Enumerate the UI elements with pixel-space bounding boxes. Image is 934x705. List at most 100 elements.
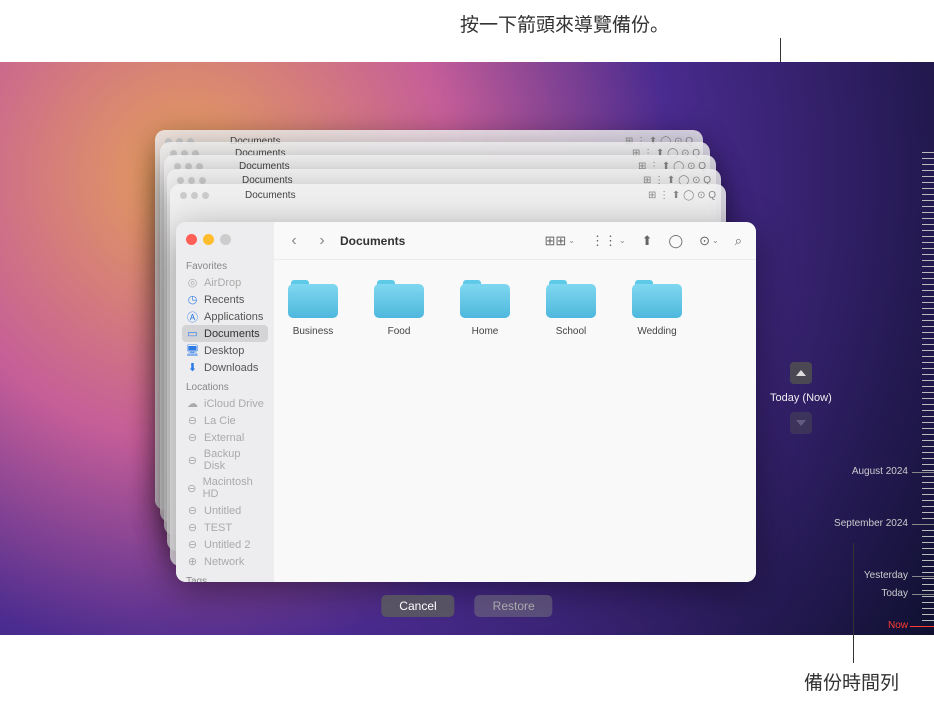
folder-school[interactable]: School — [542, 280, 600, 337]
sidebar-item-label: External — [204, 432, 244, 444]
disk-icon: ⊖ — [186, 504, 199, 517]
globe-icon: ⊕ — [186, 555, 199, 568]
folder-label: Business — [293, 326, 334, 337]
current-backup-label: Today (Now) — [770, 392, 832, 404]
timeline-tick[interactable] — [912, 576, 934, 577]
sidebar-item-label: iCloud Drive — [204, 398, 264, 410]
chevron-down-icon — [796, 420, 806, 426]
disk-icon: ⊖ — [186, 454, 199, 467]
cloud-icon: ☁ — [186, 397, 199, 410]
doc-icon: ▭ — [186, 327, 199, 340]
sidebar-item-network[interactable]: ⊕ Network — [182, 553, 268, 570]
timeline-label: September 2024 — [834, 518, 908, 529]
sidebar-item-label: Network — [204, 556, 244, 568]
disk-icon: ⊖ — [186, 431, 199, 444]
disk-icon: ⊖ — [186, 414, 199, 427]
folder-wedding[interactable]: Wedding — [628, 280, 686, 337]
sidebar-item-label: Downloads — [204, 362, 258, 374]
timeline-tick[interactable] — [912, 594, 934, 595]
action-button[interactable]: ⊙⌄ — [695, 231, 723, 251]
timeline-label: Yesterday — [864, 570, 908, 581]
timeline-tick[interactable] — [910, 626, 934, 627]
sidebar-item-backup-disk[interactable]: ⊖ Backup Disk — [182, 446, 268, 474]
sidebar-section-tags: Tags — [186, 576, 264, 582]
sidebar-item-label: Desktop — [204, 345, 244, 357]
minimize-icon[interactable] — [203, 234, 214, 245]
sidebar-item-label: Macintosh HD — [203, 476, 264, 500]
sidebar-item-label: Untitled — [204, 505, 241, 517]
timeline-label: Today — [881, 588, 908, 599]
airdrop-icon: ◎ — [186, 276, 199, 289]
maximize-icon[interactable] — [220, 234, 231, 245]
disk-icon: ⊖ — [186, 521, 199, 534]
close-icon[interactable] — [186, 234, 197, 245]
callout-timeline: 備份時間列 — [804, 668, 899, 695]
share-button[interactable]: ⬆ — [638, 231, 657, 251]
folder-label: Home — [472, 326, 499, 337]
disk-icon: ⊖ — [186, 538, 199, 551]
sidebar-item-downloads[interactable]: ⬇ Downloads — [182, 359, 268, 376]
timeline-tick[interactable] — [912, 524, 934, 525]
timeline-label: August 2024 — [852, 466, 908, 477]
sidebar-item-macintosh-hd[interactable]: ⊖Macintosh HD — [182, 474, 268, 502]
folder-label: Wedding — [637, 326, 676, 337]
back-button[interactable]: ‹ — [284, 231, 304, 251]
tag-button[interactable]: ◯ — [665, 231, 688, 251]
callout-arrows: 按一下箭頭來導覽備份。 — [460, 10, 669, 37]
callout-line-bottom — [853, 543, 854, 663]
sidebar-item-untitled-2[interactable]: ⊖ Untitled 2 — [182, 536, 268, 553]
group-button[interactable]: ⋮⋮⌄ — [587, 231, 630, 251]
restore-button[interactable]: Restore — [475, 595, 553, 617]
folder-icon — [546, 280, 596, 320]
folder-icon — [288, 280, 338, 320]
window-controls[interactable] — [182, 230, 268, 255]
search-button[interactable]: ⌕ — [731, 231, 746, 251]
folder-label: Food — [388, 326, 411, 337]
sidebar-item-label: Documents — [204, 328, 260, 340]
sidebar-item-label: La Cie — [204, 415, 236, 427]
sidebar-section-favorites: Favorites — [186, 261, 264, 272]
apps-icon: Ⓐ — [186, 310, 199, 323]
downloads-icon: ⬇ — [186, 361, 199, 374]
backup-timeline[interactable]: August 2024September 2024YesterdayTodayN… — [852, 92, 934, 602]
sidebar-item-label: Recents — [204, 294, 244, 306]
sidebar-item-external[interactable]: ⊖ External — [182, 429, 268, 446]
chevron-up-icon — [796, 370, 806, 376]
backup-navigation: Today (Now) — [770, 362, 832, 434]
folder-icon — [632, 280, 682, 320]
folder-label: School — [556, 326, 587, 337]
sidebar-item-test[interactable]: ⊖ TEST — [182, 519, 268, 536]
cancel-button[interactable]: Cancel — [381, 595, 454, 617]
sidebar-item-label: Backup Disk — [204, 448, 264, 472]
finder-window: Favorites ◎ AirDrop ◷ Recents Ⓐ Applications ▭… — [176, 222, 756, 582]
folder-icon — [460, 280, 510, 320]
sidebar-item-icloud-drive[interactable]: ☁ iCloud Drive — [182, 395, 268, 412]
sidebar-section-locations: Locations — [186, 382, 264, 393]
sidebar-item-desktop[interactable]: 🖥 Desktop — [182, 342, 268, 359]
sidebar-item-untitled[interactable]: ⊖ Untitled — [182, 502, 268, 519]
view-icon-button[interactable]: ⊞⊞⌄ — [540, 231, 579, 251]
sidebar-item-airdrop[interactable]: ◎ AirDrop — [182, 274, 268, 291]
sidebar-item-label: Applications — [204, 311, 263, 323]
desktop-icon: 🖥 — [186, 344, 199, 357]
time-machine-desktop: Documents⊞ ⋮ ⬆ ◯ ⊙ Q Documents⊞ ⋮ ⬆ ◯ ⊙ … — [0, 62, 934, 635]
sidebar: Favorites ◎ AirDrop ◷ Recents Ⓐ Applications ▭… — [176, 222, 274, 582]
sidebar-item-documents[interactable]: ▭ Documents — [182, 325, 268, 342]
timeline-label: Now — [888, 620, 908, 631]
sidebar-item-label: TEST — [204, 522, 232, 534]
sidebar-item-label: Untitled 2 — [204, 539, 250, 551]
window-title: Documents — [340, 234, 405, 248]
nav-down-button[interactable] — [790, 412, 812, 434]
forward-button[interactable]: › — [312, 231, 332, 251]
sidebar-item-label: AirDrop — [204, 277, 241, 289]
content-area: ‹ › Documents ⊞⊞⌄ ⋮⋮⌄ ⬆ ◯ ⊙⌄ ⌕ Business F… — [274, 222, 756, 582]
folder-food[interactable]: Food — [370, 280, 428, 337]
timeline-tick[interactable] — [912, 472, 934, 473]
sidebar-item-la-cie[interactable]: ⊖ La Cie — [182, 412, 268, 429]
sidebar-item-recents[interactable]: ◷ Recents — [182, 291, 268, 308]
clock-icon: ◷ — [186, 293, 199, 306]
nav-up-button[interactable] — [790, 362, 812, 384]
folder-home[interactable]: Home — [456, 280, 514, 337]
sidebar-item-applications[interactable]: Ⓐ Applications — [182, 308, 268, 325]
folder-business[interactable]: Business — [284, 280, 342, 337]
